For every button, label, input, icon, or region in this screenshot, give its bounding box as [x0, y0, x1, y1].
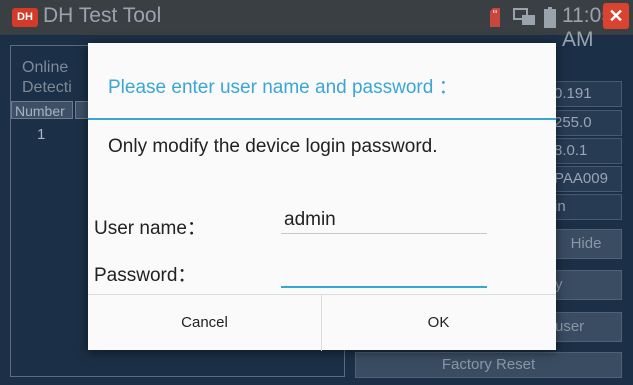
login-dialog: Please enter user name and password ： On…	[88, 43, 556, 351]
app-title: DH Test Tool	[43, 4, 162, 27]
login-field[interactable]: in	[550, 194, 622, 220]
subnet-mask-field[interactable]: 255.0	[550, 110, 622, 136]
ok-button[interactable]: OK	[322, 295, 555, 351]
detection-label: Detecti	[22, 79, 72, 96]
status-bar: DH DH Test Tool 11:05 AM ✕	[0, 0, 633, 51]
username-field[interactable]: admin	[281, 207, 487, 234]
table-header-number[interactable]: Number	[11, 101, 73, 119]
dialog-note: Only modify the device login password.	[108, 136, 438, 157]
network-icon	[513, 8, 535, 25]
table-row-number: 1	[37, 126, 46, 143]
cancel-button[interactable]: Cancel	[88, 295, 322, 351]
dialog-title: Please enter user name and password ：	[108, 77, 458, 98]
dialog-divider	[88, 118, 556, 120]
table-header-next[interactable]	[75, 101, 89, 119]
hide-button[interactable]: Hide	[550, 229, 622, 259]
password-label: Password：	[94, 265, 197, 286]
username-value: admin	[284, 209, 336, 230]
factory-reset-button[interactable]: Factory Reset	[355, 352, 622, 378]
dialog-button-bar: Cancel OK	[88, 294, 556, 351]
dh-logo-icon: DH	[12, 8, 38, 27]
user-button[interactable]: user	[550, 312, 622, 342]
gateway-field[interactable]: 8.0.1	[550, 138, 622, 164]
password-field[interactable]	[281, 260, 487, 288]
battery-icon	[544, 7, 556, 28]
serial-number-field[interactable]: PAA009	[550, 166, 622, 192]
close-icon[interactable]: ✕	[603, 3, 629, 29]
ip-address-field[interactable]: 0.191	[550, 81, 622, 107]
online-label: Online	[22, 59, 69, 76]
username-label: User name：	[94, 218, 206, 239]
sd-card-icon	[490, 8, 500, 27]
modify-button[interactable]: y	[550, 270, 622, 300]
